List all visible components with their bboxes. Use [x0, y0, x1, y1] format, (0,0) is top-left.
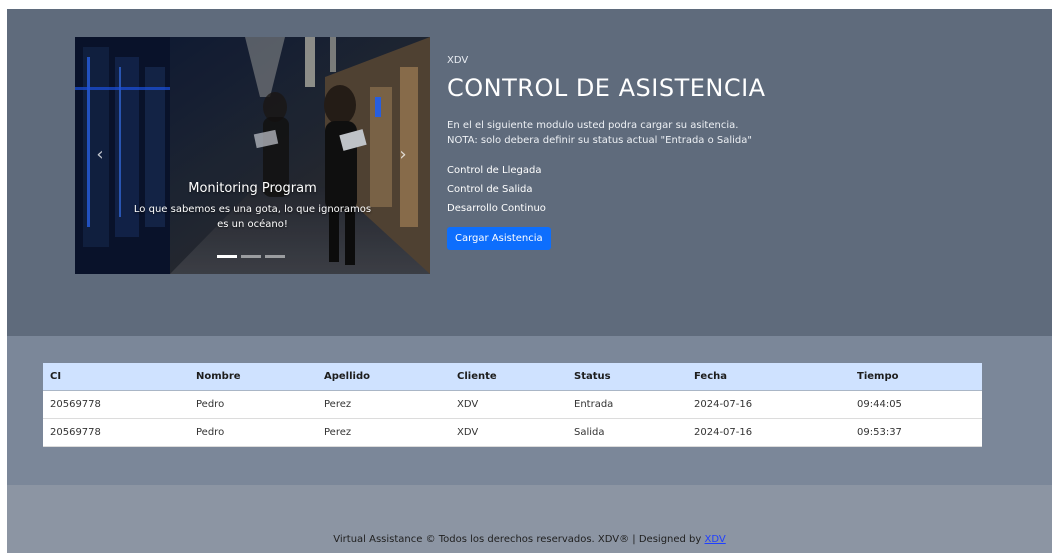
intro-note: NOTA: solo debera definir su status actu…: [447, 135, 752, 146]
footer-text: Virtual Assistance © Todos los derechos …: [333, 534, 702, 545]
carousel-next-icon[interactable]: ›: [396, 145, 410, 165]
caption-title: Monitoring Program: [188, 181, 317, 196]
cell-fecha: 2024-07-16: [687, 418, 850, 447]
feature-item: Control de Llegada: [447, 165, 542, 176]
column-header-ci: CI: [43, 363, 189, 391]
column-header-status: Status: [567, 363, 687, 391]
column-header-nombre: Nombre: [189, 363, 317, 391]
caption-text: Lo que sabemos es una gota, lo que ignor…: [133, 204, 372, 230]
cell-status: Entrada: [567, 390, 687, 419]
carousel-indicator-3[interactable]: [265, 255, 285, 258]
table-header-row: CI Nombre Apellido Cliente Status Fecha …: [43, 363, 982, 391]
page-title: CONTROL DE ASISTENCIA: [447, 74, 766, 102]
carousel-slide-image: [75, 37, 430, 274]
cell-tiempo: 09:53:37: [850, 418, 982, 447]
intro-panel: XDV CONTROL DE ASISTENCIA En el el sigui…: [447, 55, 1007, 250]
carousel-indicator-2[interactable]: [241, 255, 261, 258]
carousel-caption: Monitoring Program Lo que sabemos es una…: [75, 181, 430, 232]
cell-apellido: Perez: [317, 418, 450, 447]
carousel-prev-icon[interactable]: ‹: [93, 145, 107, 165]
load-attendance-button[interactable]: Cargar Asistencia: [447, 227, 551, 250]
footer-line: Virtual Assistance © Todos los derechos …: [7, 534, 1052, 545]
column-header-fecha: Fecha: [687, 363, 850, 391]
page: ‹ › Monitoring Program Lo que sabemos es…: [7, 9, 1052, 553]
table-row: 20569778 Pedro Perez XDV Entrada 2024-07…: [43, 390, 982, 419]
carousel-indicators: [217, 255, 285, 258]
cell-nombre: Pedro: [189, 418, 317, 447]
footer-designer-link[interactable]: XDV: [705, 534, 726, 545]
cell-fecha: 2024-07-16: [687, 390, 850, 419]
cell-ci: 20569778: [43, 390, 189, 419]
feature-list: Control de Llegada Control de Salida Des…: [447, 161, 1007, 218]
cell-status: Salida: [567, 418, 687, 447]
cell-tiempo: 09:44:05: [850, 390, 982, 419]
brand-label: XDV: [447, 55, 469, 66]
table-row: 20569778 Pedro Perez XDV Salida 2024-07-…: [43, 418, 982, 447]
column-header-apellido: Apellido: [317, 363, 450, 391]
carousel-indicator-1[interactable]: [217, 255, 237, 258]
attendance-table: CI Nombre Apellido Cliente Status Fecha …: [43, 363, 982, 447]
cell-nombre: Pedro: [189, 390, 317, 419]
hero-section: ‹ › Monitoring Program Lo que sabemos es…: [7, 9, 1052, 336]
column-header-cliente: Cliente: [450, 363, 567, 391]
intro-text: En el el siguiente modulo usted podra ca…: [447, 118, 1007, 148]
footer: Virtual Assistance © Todos los derechos …: [7, 485, 1052, 553]
cell-ci: 20569778: [43, 418, 189, 447]
cell-apellido: Perez: [317, 390, 450, 419]
feature-item: Desarrollo Continuo: [447, 203, 546, 214]
feature-item: Control de Salida: [447, 184, 533, 195]
cell-cliente: XDV: [450, 390, 567, 419]
cell-cliente: XDV: [450, 418, 567, 447]
intro-description: En el el siguiente modulo usted podra ca…: [447, 120, 739, 131]
column-header-tiempo: Tiempo: [850, 363, 982, 391]
image-carousel[interactable]: ‹ › Monitoring Program Lo que sabemos es…: [75, 37, 430, 274]
attendance-section: CI Nombre Apellido Cliente Status Fecha …: [7, 336, 1052, 485]
